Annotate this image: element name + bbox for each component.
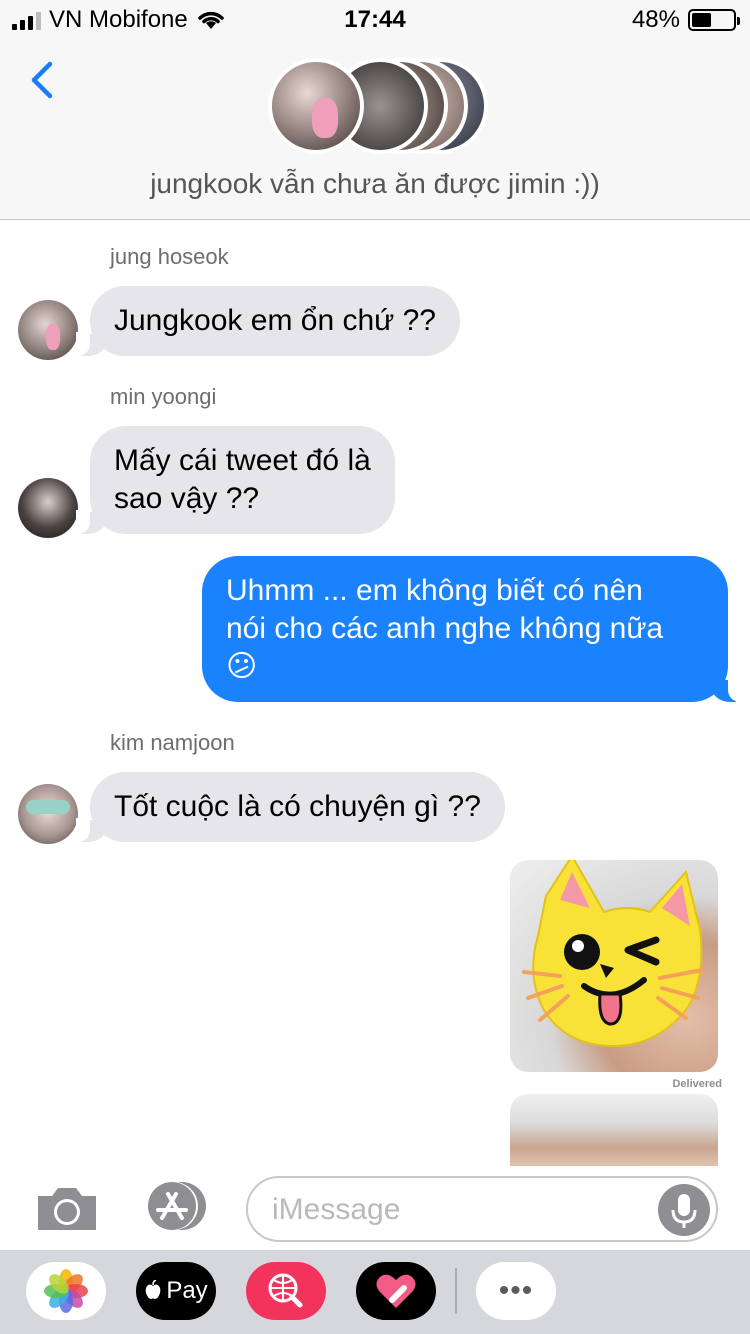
more-apps-button[interactable]: •••: [476, 1262, 556, 1320]
more-icon: •••: [498, 1274, 534, 1307]
incoming-message-bubble[interactable]: Mấy cái tweet đó là sao vậy ??: [76, 426, 395, 534]
outgoing-message-bubble[interactable]: Uhmm ... em không biết có nên nói cho cá…: [202, 556, 742, 702]
incoming-message-bubble[interactable]: Jungkook em ổn chứ ??: [76, 286, 460, 356]
avatar: [18, 478, 78, 538]
apple-pay-label: Pay: [166, 1277, 208, 1304]
group-avatars[interactable]: [268, 58, 488, 154]
sent-photo[interactable]: [510, 860, 718, 1072]
group-name[interactable]: jungkook vẫn chưa ăn được jimin :)): [0, 168, 750, 200]
digital-touch-app-button[interactable]: [356, 1262, 436, 1320]
battery-percent: 48%: [631, 6, 680, 33]
photos-app-button[interactable]: [26, 1262, 106, 1320]
apple-pay-button[interactable]: Pay: [136, 1262, 216, 1320]
app-drawer: Pay •••: [0, 1250, 750, 1334]
cat-sticker-icon: [522, 860, 704, 1048]
imessage-input[interactable]: [272, 1188, 652, 1232]
web-images-app-button[interactable]: [246, 1262, 326, 1320]
incoming-message-bubble[interactable]: Tốt cuộc là có chuyện gì ??: [76, 772, 505, 842]
delivered-status: Delivered: [672, 1078, 722, 1090]
message-text-line: Uhmm ... em không biết có nên: [226, 574, 643, 607]
avatar: [268, 58, 364, 154]
status-bar: VN Mobifone 17:44 48%: [0, 0, 750, 40]
message-text: Jungkook em ổn chứ ??: [114, 304, 436, 337]
back-chevron-icon[interactable]: [24, 58, 64, 102]
globe-search-icon: [268, 1273, 303, 1308]
message-text: Tốt cuộc là có chuyện gì ??: [114, 790, 481, 823]
apple-logo-icon: [145, 1280, 161, 1299]
sender-name: jung hoseok: [110, 244, 229, 269]
sender-name: min yoongi: [110, 384, 217, 409]
message-text-line: sao vậy ??: [114, 482, 260, 515]
heart-icon: [376, 1274, 416, 1308]
sent-photo[interactable]: [510, 1094, 718, 1166]
avatar: [18, 300, 78, 360]
battery-group: 48%: [631, 6, 740, 34]
sender-name: kim namjoon: [110, 730, 235, 755]
conversation-header: VN Mobifone 17:44 48% jungkook vẫn chưa …: [0, 0, 750, 220]
message-text-line: Mấy cái tweet đó là: [114, 444, 371, 477]
drawer-divider: [455, 1268, 457, 1314]
microphone-button[interactable]: [658, 1184, 710, 1236]
confused-face-emoji: 😕: [226, 650, 258, 683]
app-store-icon[interactable]: [140, 1180, 212, 1232]
imessage-field-wrapper: [246, 1176, 718, 1242]
microphone-icon: [671, 1194, 697, 1228]
battery-icon: [688, 9, 740, 31]
compose-bar: [0, 1166, 750, 1250]
avatar: [18, 784, 78, 844]
message-text-line: nói cho các anh nghe không nữa: [226, 612, 664, 645]
photos-icon: [44, 1269, 88, 1313]
camera-icon[interactable]: [34, 1184, 100, 1232]
